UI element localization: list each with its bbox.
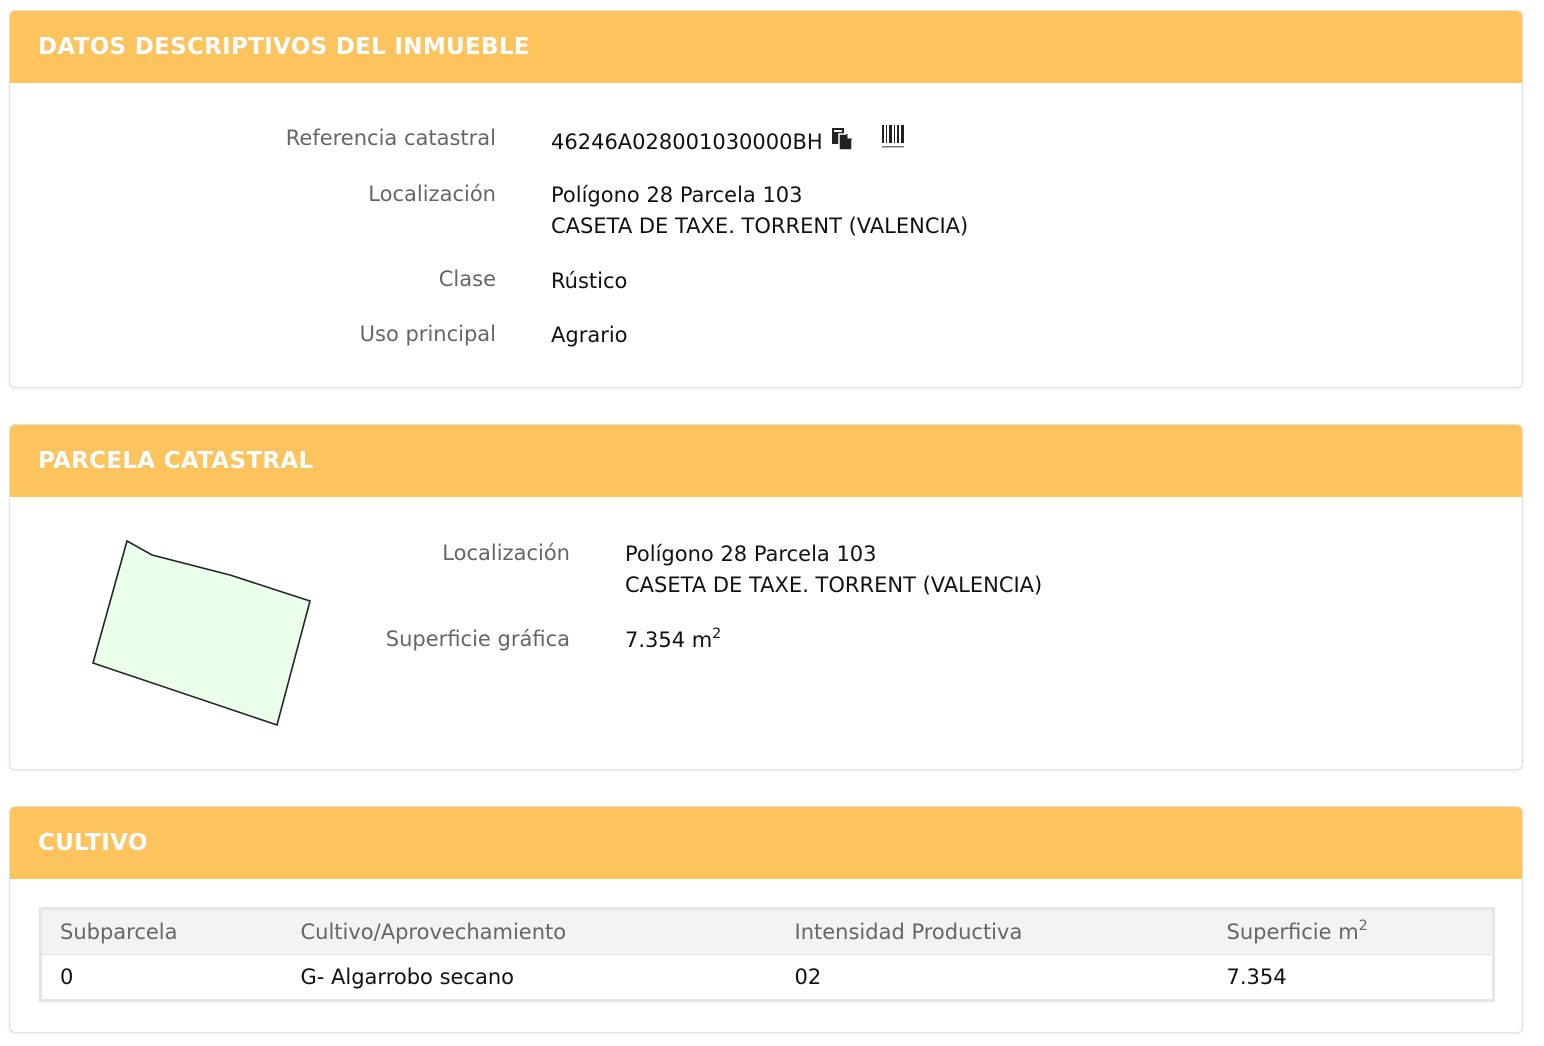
table-row: 0 G- Algarrobo secano 02 7.354 [41, 955, 1494, 1001]
parcela-catastral-panel: PARCELA CATASTRAL Localización Polígono … [9, 424, 1523, 770]
intensidad-cell: 02 [794, 965, 822, 989]
copy-icon[interactable] [831, 127, 853, 160]
cultivo-header-row: Subparcela Cultivo/Aprovechamiento Inten… [40, 908, 1494, 955]
superficie-column-header-text: Superficie m [1226, 920, 1359, 944]
parcel-shape-image[interactable] [90, 535, 330, 735]
localizacion-line2: CASETA DE TAXE. TORRENT (VALENCIA) [551, 214, 969, 238]
cultivo-column-header: Cultivo/Aprovechamiento [282, 908, 777, 955]
cultivo-cell: G- Algarrobo secano [300, 965, 515, 989]
localizacion-label: Localización [368, 182, 496, 206]
cultivo-header: CULTIVO [10, 807, 1522, 879]
localizacion-line1: Polígono 28 Parcela 103 [551, 183, 803, 207]
subparcela-column-header: Subparcela [40, 908, 283, 955]
superficie-grafica-exponent: 2 [712, 626, 722, 642]
uso-principal-value: Agrario [551, 323, 628, 347]
localizacion-value: Polígono 28 Parcela 103 CASETA DE TAXE. … [551, 180, 968, 242]
referencia-value[interactable]: 46246A028001030000BH [551, 127, 823, 158]
parcela-catastral-header: PARCELA CATASTRAL [10, 425, 1522, 497]
superficie-grafica-label: Superficie gráfica [385, 627, 570, 651]
datos-descriptivos-panel: DATOS DESCRIPTIVOS DEL INMUEBLE Referenc… [9, 10, 1523, 388]
superficie-grafica-number: 7.354 m [625, 628, 713, 652]
clase-value: Rústico [551, 269, 628, 293]
parcel-polygon[interactable] [92, 539, 311, 727]
superficie-cell: 7.354 [1226, 965, 1287, 989]
datos-descriptivos-title: DATOS DESCRIPTIVOS DEL INMUEBLE [38, 34, 530, 60]
subparcela-cell: 0 [60, 965, 74, 989]
parcela-localizacion-line2: CASETA DE TAXE. TORRENT (VALENCIA) [625, 573, 1043, 597]
parcela-localizacion-line1: Polígono 28 Parcela 103 [625, 542, 877, 566]
parcela-localizacion-value: Polígono 28 Parcela 103 CASETA DE TAXE. … [625, 539, 1042, 601]
superficie-column-header-exponent: 2 [1358, 918, 1368, 934]
cultivo-title: CULTIVO [38, 830, 148, 856]
uso-principal-label: Uso principal [359, 322, 496, 346]
referencia-label: Referencia catastral [285, 126, 496, 150]
parcela-catastral-title: PARCELA CATASTRAL [38, 448, 314, 474]
referencia-row: 46246A028001030000BH [551, 125, 905, 160]
clase-label: Clase [438, 267, 496, 291]
barcode-icon[interactable] [881, 124, 905, 159]
superficie-column-header: Superficie m2 [1208, 908, 1494, 955]
parcela-localizacion-label: Localización [442, 541, 570, 565]
cultivo-table: Subparcela Cultivo/Aprovechamiento Inten… [39, 907, 1495, 1002]
intensidad-column-header: Intensidad Productiva [776, 908, 1209, 955]
datos-descriptivos-header: DATOS DESCRIPTIVOS DEL INMUEBLE [10, 11, 1522, 83]
cultivo-panel: CULTIVO Subparcela Cultivo/Aprovechamien… [9, 806, 1523, 1033]
superficie-grafica-value: 7.354 m2 [625, 625, 721, 656]
